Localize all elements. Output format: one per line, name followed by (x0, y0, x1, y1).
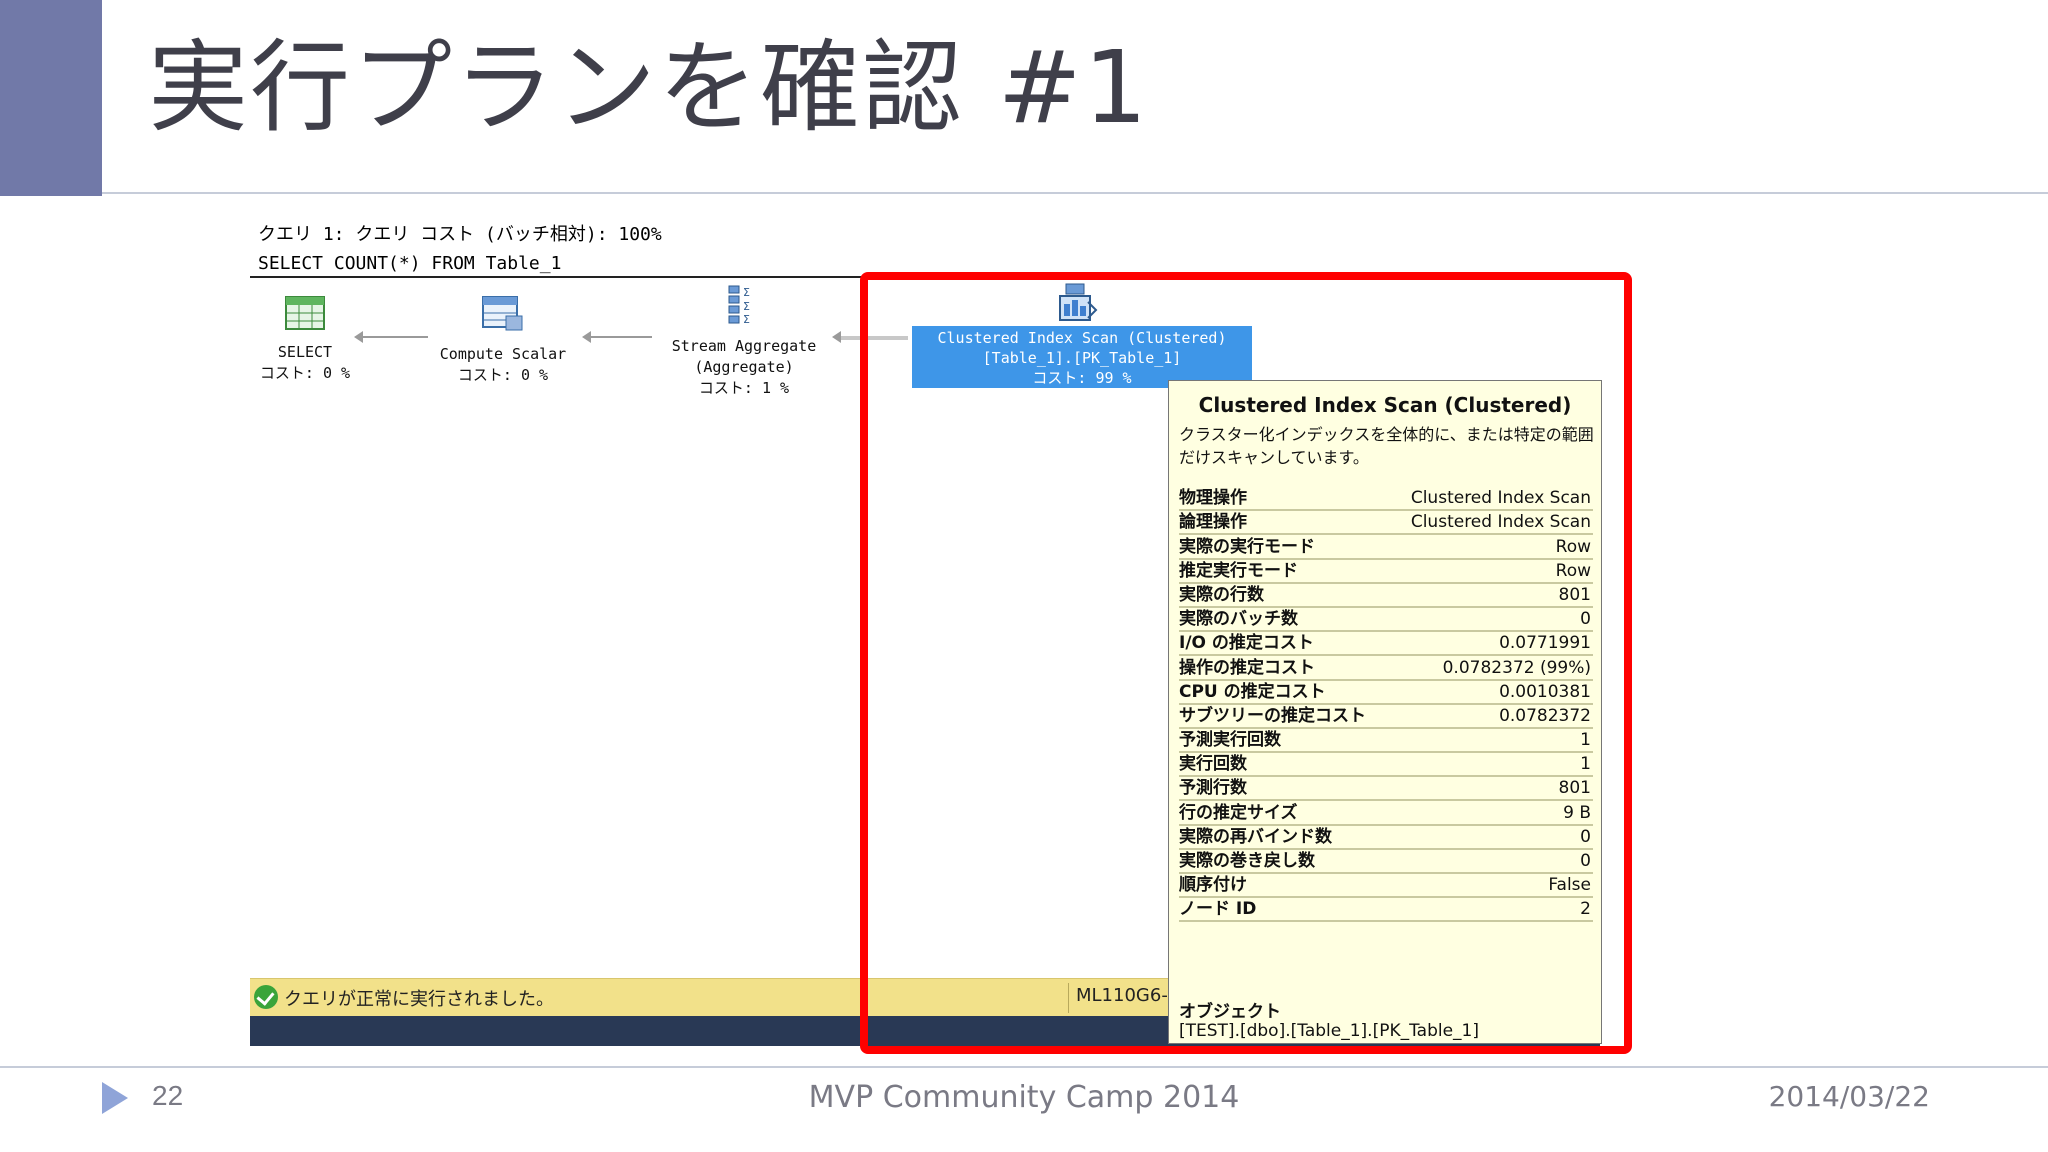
query-sql-line: SELECT COUNT(*) FROM Table_1 (258, 253, 562, 274)
select-table-icon (250, 296, 360, 336)
success-check-icon (254, 985, 278, 1009)
title-divider (102, 192, 2048, 194)
operator-stream-aggregate[interactable]: Σ Σ Σ Stream Aggregate (Aggregate) コスト: … (654, 284, 834, 399)
slide-title: 実行プランを確認 #1 (148, 29, 1150, 146)
operator-compute-scalar[interactable]: Compute Scalar コスト: 0 % (428, 296, 578, 386)
svg-text:Σ: Σ (743, 313, 750, 324)
operator-compute-scalar-cost: コスト: 0 % (457, 366, 549, 384)
flow-arrow (354, 331, 428, 343)
status-message: クエリが正常に実行されました。 (284, 989, 554, 1010)
query-header-divider (250, 276, 862, 278)
query-header: クエリ 1: クエリ コスト (バッチ相対): 100% SELECT COUN… (258, 220, 662, 278)
operator-select[interactable]: SELECT コスト: 0 % (250, 296, 360, 384)
query-cost-line: クエリ 1: クエリ コスト (バッチ相対): 100% (258, 224, 662, 245)
operator-select-cost: コスト: 0 % (259, 364, 351, 382)
flow-arrow (582, 331, 652, 343)
title-accent-bar (0, 0, 102, 196)
operator-stream-aggregate-name: Stream Aggregate (671, 337, 817, 355)
stream-aggregate-icon: Σ Σ Σ (654, 284, 834, 330)
svg-text:Σ: Σ (743, 300, 750, 313)
svg-text:Σ: Σ (743, 286, 750, 299)
compute-scalar-icon (428, 296, 578, 338)
red-highlight-box (860, 272, 1632, 1054)
footer-event-name: MVP Community Camp 2014 (808, 1080, 1240, 1115)
operator-stream-aggregate-type: (Aggregate) (694, 358, 794, 376)
footer-divider (0, 1066, 2048, 1068)
footer-date: 2014/03/22 (1768, 1080, 1930, 1113)
operator-compute-scalar-name: Compute Scalar (439, 345, 567, 363)
operator-stream-aggregate-cost: コスト: 1 % (698, 379, 790, 397)
operator-select-name: SELECT (277, 343, 333, 361)
